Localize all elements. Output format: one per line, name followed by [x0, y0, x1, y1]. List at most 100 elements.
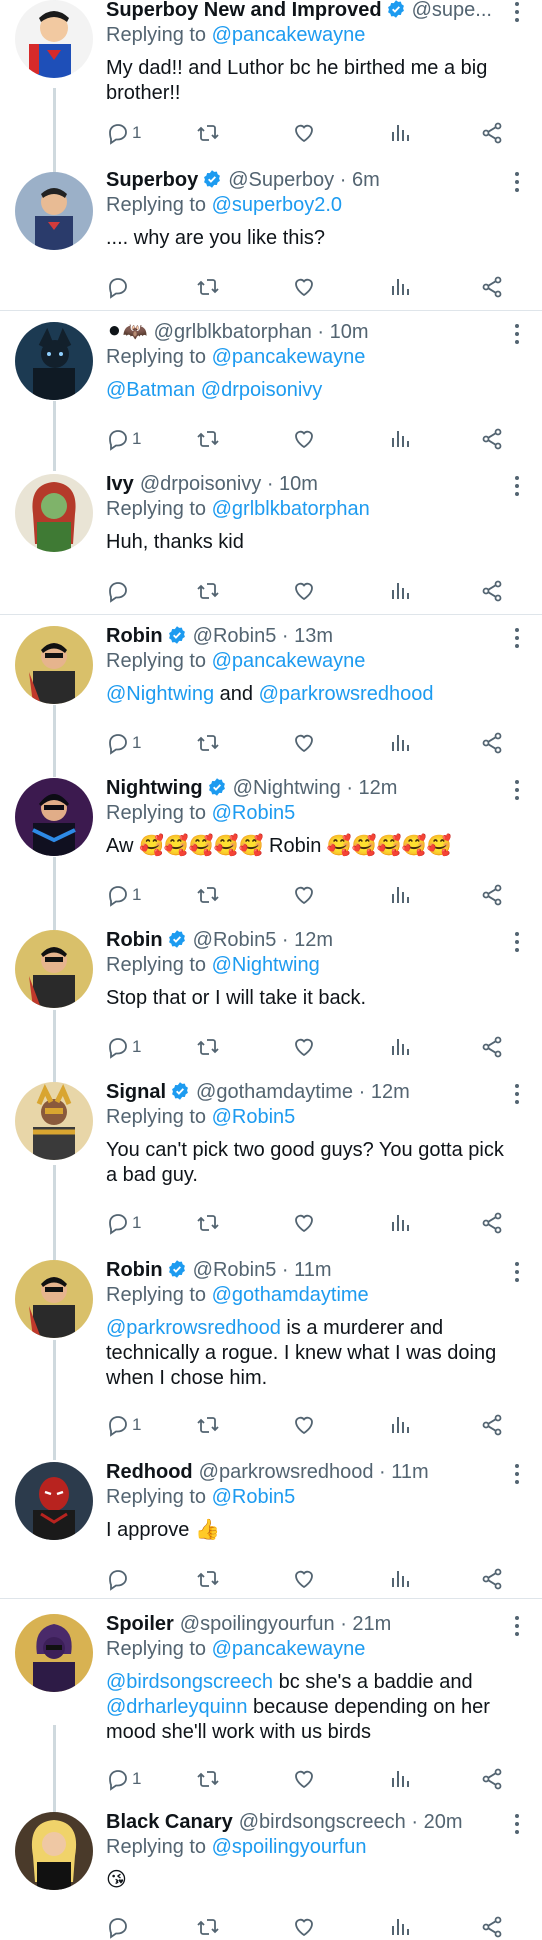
- more-icon[interactable]: [514, 1084, 520, 1108]
- share-button[interactable]: [480, 1766, 504, 1792]
- share-button[interactable]: [480, 1034, 504, 1060]
- share-button[interactable]: [480, 578, 504, 604]
- mention-link[interactable]: @drharleyquinn: [106, 1696, 248, 1718]
- like-button[interactable]: [292, 1766, 316, 1792]
- more-icon[interactable]: [514, 476, 520, 500]
- author-name[interactable]: Robin: [106, 1259, 163, 1281]
- like-button[interactable]: [292, 274, 316, 300]
- like-button[interactable]: [292, 426, 316, 452]
- reply-button[interactable]: 1: [106, 730, 141, 756]
- reply-button[interactable]: 1: [106, 426, 141, 452]
- avatar[interactable]: [15, 930, 93, 1008]
- views-button[interactable]: [388, 120, 412, 146]
- views-button[interactable]: [388, 426, 412, 452]
- like-button[interactable]: [292, 578, 316, 604]
- views-button[interactable]: [388, 730, 412, 756]
- mention-link[interactable]: @pancakewayne: [212, 1638, 366, 1660]
- mention-link[interactable]: @spoilingyourfun: [212, 1836, 367, 1858]
- tweet[interactable]: Robin @Robin5 · 11m Replying to @gothamda…: [0, 1259, 542, 1450]
- more-icon[interactable]: [514, 1262, 520, 1286]
- tweet[interactable]: Redhood @parkrowsredhood · 11m Replying t…: [0, 1461, 542, 1592]
- more-icon[interactable]: [514, 172, 520, 196]
- author-name[interactable]: Superboy: [106, 169, 198, 191]
- views-button[interactable]: [388, 274, 412, 300]
- tweet[interactable]: ⚫🦇 @grlblkbatorphan · 10m Replying to @pa…: [0, 321, 542, 462]
- avatar[interactable]: [15, 0, 93, 78]
- share-button[interactable]: [480, 120, 504, 146]
- mention-link[interactable]: @birdsongscreech: [106, 1671, 273, 1693]
- tweet[interactable]: Nightwing @Nightwing · 12m Replying to @R…: [0, 777, 542, 918]
- author-handle[interactable]: @Robin5 · 12m: [193, 929, 333, 951]
- reply-button[interactable]: [106, 1566, 132, 1592]
- retweet-button[interactable]: [196, 120, 220, 146]
- more-icon[interactable]: [514, 2, 520, 26]
- retweet-button[interactable]: [196, 578, 220, 604]
- mention-link[interactable]: @Robin5: [212, 1106, 296, 1128]
- author-name[interactable]: Spoiler: [106, 1613, 174, 1635]
- avatar[interactable]: [15, 1260, 93, 1338]
- more-icon[interactable]: [514, 628, 520, 652]
- avatar[interactable]: [15, 1614, 93, 1692]
- views-button[interactable]: [388, 1914, 412, 1940]
- reply-button[interactable]: [106, 274, 132, 300]
- author-name[interactable]: Superboy New and Improved: [106, 0, 382, 21]
- more-icon[interactable]: [514, 1464, 520, 1488]
- author-handle[interactable]: @Robin5 · 13m: [193, 625, 333, 647]
- tweet[interactable]: Signal @gothamdaytime · 12m Replying to @…: [0, 1081, 542, 1242]
- retweet-button[interactable]: [196, 1766, 220, 1792]
- mention-link[interactable]: @Robin5: [212, 1486, 296, 1508]
- reply-button[interactable]: 1: [106, 882, 141, 908]
- more-icon[interactable]: [514, 1616, 520, 1640]
- more-icon[interactable]: [514, 780, 520, 804]
- views-button[interactable]: [388, 1566, 412, 1592]
- mention-link[interactable]: @pancakewayne: [212, 650, 366, 672]
- reply-button[interactable]: [106, 1914, 130, 1940]
- retweet-button[interactable]: [196, 426, 220, 452]
- mention-link[interactable]: @Robin5: [212, 802, 296, 824]
- author-name[interactable]: Redhood: [106, 1461, 193, 1483]
- avatar[interactable]: [15, 474, 93, 552]
- tweet[interactable]: Robin @Robin5 · 12m Replying to @Nightwin…: [0, 929, 542, 1070]
- retweet-button[interactable]: [196, 882, 220, 908]
- reply-button[interactable]: [106, 578, 132, 604]
- retweet-button[interactable]: [196, 730, 220, 756]
- tweet[interactable]: Superboy @Superboy · 6m Replying to @supe…: [0, 169, 542, 300]
- like-button[interactable]: [292, 120, 316, 146]
- views-button[interactable]: [388, 1034, 412, 1060]
- like-button[interactable]: [292, 730, 316, 756]
- retweet-button[interactable]: [196, 1034, 220, 1060]
- share-button[interactable]: [480, 1210, 504, 1236]
- more-icon[interactable]: [514, 324, 520, 348]
- author-name[interactable]: Nightwing: [106, 777, 203, 799]
- views-button[interactable]: [388, 1412, 412, 1438]
- avatar[interactable]: [15, 1082, 93, 1160]
- mention-link[interactable]: @pancakewayne: [212, 346, 366, 368]
- avatar[interactable]: [15, 1462, 93, 1540]
- avatar[interactable]: [15, 172, 93, 250]
- mention-link[interactable]: @parkrowsredhood: [106, 1317, 281, 1339]
- reply-button[interactable]: 1: [106, 1766, 141, 1792]
- like-button[interactable]: [292, 1412, 316, 1438]
- avatar[interactable]: [15, 1812, 93, 1890]
- mention-link[interactable]: @pancakewayne: [212, 24, 366, 46]
- reply-button[interactable]: 1: [106, 120, 141, 146]
- avatar[interactable]: [15, 626, 93, 704]
- reply-button[interactable]: 1: [106, 1412, 141, 1438]
- author-handle[interactable]: @supe...: [412, 0, 492, 21]
- author-name[interactable]: Robin: [106, 625, 163, 647]
- avatar[interactable]: [15, 322, 93, 400]
- author-handle[interactable]: @Robin5 · 11m: [193, 1259, 332, 1281]
- like-button[interactable]: [292, 1034, 316, 1060]
- mention-link[interactable]: @gothamdaytime: [212, 1284, 369, 1306]
- author-handle[interactable]: @parkrowsredhood · 11m: [199, 1461, 429, 1483]
- like-button[interactable]: [292, 1210, 316, 1236]
- tweet[interactable]: Spoiler @spoilingyourfun · 21m Replying t…: [0, 1613, 542, 1792]
- tweet[interactable]: Ivy @drpoisonivy · 10m Replying to @grlbl…: [0, 473, 542, 604]
- share-button[interactable]: [480, 730, 504, 756]
- share-button[interactable]: [480, 274, 504, 300]
- mention-link[interactable]: @Nightwing: [106, 683, 214, 705]
- author-handle[interactable]: @Superboy · 6m: [228, 169, 379, 191]
- author-handle[interactable]: @Nightwing · 12m: [233, 777, 398, 799]
- views-button[interactable]: [388, 578, 412, 604]
- author-handle[interactable]: @grlblkbatorphan · 10m: [154, 321, 369, 343]
